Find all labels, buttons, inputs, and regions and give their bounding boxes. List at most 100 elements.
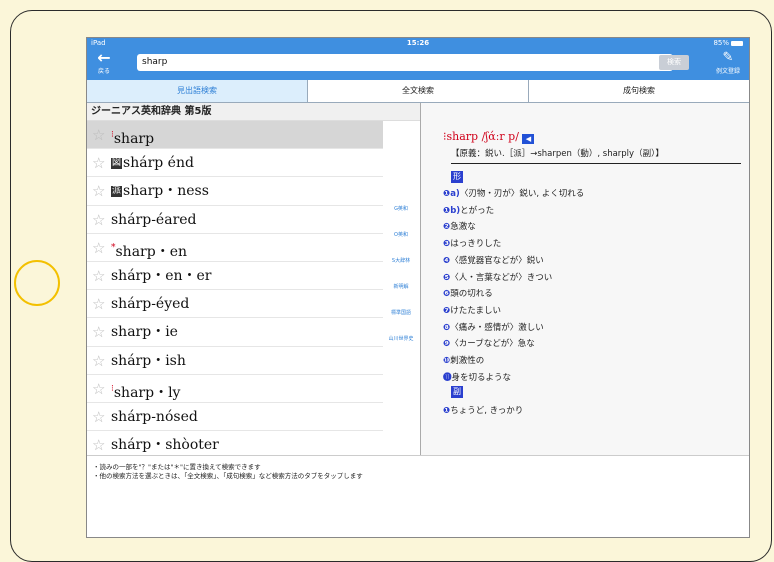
headword-line: ⁝sharp /ʃάːr p/ ◀ [443,130,535,144]
star-icon[interactable]: ☆ [92,347,105,375]
back-arrow-icon: ← [97,48,111,67]
sense-text: 身を切るような [451,372,512,383]
star-icon[interactable]: ☆ [92,262,105,290]
hint-text-2: ・他の検索方法を選ぶときは、「全文検索」、「成句検索」など検索方法のタブをタップ… [93,472,363,480]
battery-icon [731,40,743,46]
sense-text: 刺激性の [450,356,485,366]
result-list: ☆ ⁝sharp ☆ 図 shárp énd ☆ 派 sharp・ness ☆ shárp‐éar… [87,121,420,455]
sense-number: ⓫ [443,372,452,383]
pos-adjective: 形 [451,171,463,183]
battery-status: 85% [713,38,743,48]
dictionary-link[interactable]: 新明解 [383,281,419,307]
list-item-word: shárp énd [123,155,194,172]
result-list-pane: ジーニアス英和辞典 第5版 ☆ ⁝sharp ☆ 図 shárp énd ☆ 派 sharp・… [87,103,421,455]
list-item[interactable]: ☆ shárp・en・er [87,262,383,291]
back-label: 戻る [97,68,110,75]
list-item[interactable]: ☆ sharp・ie [87,318,383,347]
entry-type-badge: 図 [111,158,123,170]
entry-type-badge: 派 [111,186,123,198]
list-item[interactable]: ☆ shárp‐éyed [87,290,383,319]
list-item[interactable]: ☆ ⁝sharp・ly [87,375,383,403]
list-item-word: shárp・shòoter [111,437,219,454]
sense-text: 〈痛み・感情が〉激しい [450,322,544,333]
list-item[interactable]: ☆ shárp・shòoter [87,431,383,455]
sense-item: ❿刺激性の [443,354,484,366]
sense-item: ❶b)とがった [443,204,494,216]
star-icon[interactable]: ☆ [92,431,105,455]
dictionary-link[interactable]: G英和 [383,203,419,229]
clock: 15:26 [406,39,430,47]
dictionary-links: G英和 O英和 S大辞林 新明解 標準国語 山川世界史 [383,203,419,359]
list-item[interactable]: ☆ ⁝sharp [87,121,383,150]
sense-item: ❽〈痛み・感情が〉激しい [443,321,544,333]
list-item[interactable]: ☆ *sharp・en [87,234,383,262]
sense-text: とがった [460,205,495,216]
star-icon[interactable]: ☆ [92,403,105,431]
list-item-word: sharp・en [115,243,188,260]
star-icon[interactable]: ☆ [92,121,105,149]
sense-item: ⓫身を切るような [443,371,511,383]
sense-item: ❾〈カーブなどが〉急な [443,337,535,349]
star-icon[interactable]: ☆ [92,149,105,177]
back-button[interactable]: ← 戻る [91,50,117,78]
sense-item: ❶a)〈刃物・刃が〉鋭い, よく切れる [443,187,584,199]
sense-text: 頭の切れる [450,289,493,300]
list-item[interactable]: ☆ shárp‐éared [87,206,383,234]
toolbar: ← 戻る sharp 検索 ✎ 例文登録 [87,48,749,80]
dictionary-link[interactable]: 標準国語 [383,307,419,333]
audio-icon[interactable]: ◀ [522,134,535,144]
sense-item: ❺〈人・言葉などが〉きつい [443,271,552,283]
star-icon[interactable]: ☆ [92,375,105,403]
sense-item: ❸はっきりした [443,237,501,249]
list-item-word: sharp [113,131,155,147]
sense-text: 急激な [450,222,476,233]
dictionary-link[interactable]: S大辞林 [383,255,419,281]
tab-headword-search[interactable]: 見出語検索 [87,80,308,102]
home-button[interactable] [14,260,60,306]
star-icon[interactable]: ☆ [92,177,105,205]
list-item-word: sharp・ness [123,183,209,200]
sense-item: ❷急激な [443,220,476,232]
dictionary-link[interactable]: 山川世界史 [383,333,419,359]
list-item[interactable]: ☆ shárp・ish [87,347,383,375]
battery-percent: 85% [713,39,729,47]
list-item-word: shárp・ish [111,352,186,369]
tab-fulltext-search[interactable]: 全文検索 [308,80,529,102]
list-item-word: shárp‐nósed [111,408,198,425]
sense-number: ❶a) [443,189,460,199]
star-icon[interactable]: ☆ [92,290,105,318]
sense-text: 〈人・言葉などが〉きつい [450,272,553,283]
definition-pane: ⁝sharp /ʃάːr p/ ◀ 【原義：鋭い.［派］→sharpen（動）,… [421,103,749,455]
help-footer: ・読みの一部を"？"または"＊"に置き換えて検索できます ・他の検索方法を選ぶと… [87,455,749,537]
list-item[interactable]: ☆ 図 shárp énd [87,149,383,178]
sense-item: ❹〈感覚器官などが〉鋭い [443,254,544,266]
example-register-button[interactable]: ✎ 例文登録 [713,50,743,75]
sense-text: ちょうど, きっかり [450,406,524,416]
list-item-word: shárp‐éyed [111,296,190,313]
list-item-word: shárp・en・er [111,267,212,284]
search-input[interactable]: sharp [137,54,673,71]
search-mode-tabs: 見出語検索 全文検索 成句検索 [87,80,749,103]
star-icon[interactable]: ☆ [92,234,105,262]
tab-phrase-search[interactable]: 成句検索 [529,80,749,102]
star-icon[interactable]: ☆ [92,206,105,234]
list-item-word: sharp・ly [113,384,181,401]
sense-text: はっきりした [450,239,502,250]
hint-text-1: ・読みの一部を"？"または"＊"に置き換えて検索できます [93,463,261,471]
list-item[interactable]: ☆ shárp‐nósed [87,403,383,432]
star-icon[interactable]: ☆ [92,318,105,346]
sense-text: けたたましい [450,305,501,316]
sense-text: 〈感覚器官などが〉鋭い [450,255,544,266]
pos-adverb: 副 [451,386,463,398]
sense-text: 〈刃物・刃が〉鋭い, よく切れる [459,189,585,199]
app-screen: iPad 15:26 85% ← 戻る sharp 検索 ✎ 例文登録 見出語検… [86,37,750,538]
dictionary-link[interactable]: O英和 [383,229,419,255]
search-button[interactable]: 検索 [659,55,689,70]
list-item[interactable]: ☆ 派 sharp・ness [87,177,383,206]
dictionary-title: ジーニアス英和辞典 第5版 [87,103,420,121]
sense-text: 〈カーブなどが〉急な [450,339,535,350]
status-bar: iPad 15:26 85% [87,38,749,48]
sense-item: ❼けたたましい [443,304,501,316]
headword: ⁝sharp /ʃάːr p/ [443,130,519,143]
list-item-word: sharp・ie [111,324,178,341]
